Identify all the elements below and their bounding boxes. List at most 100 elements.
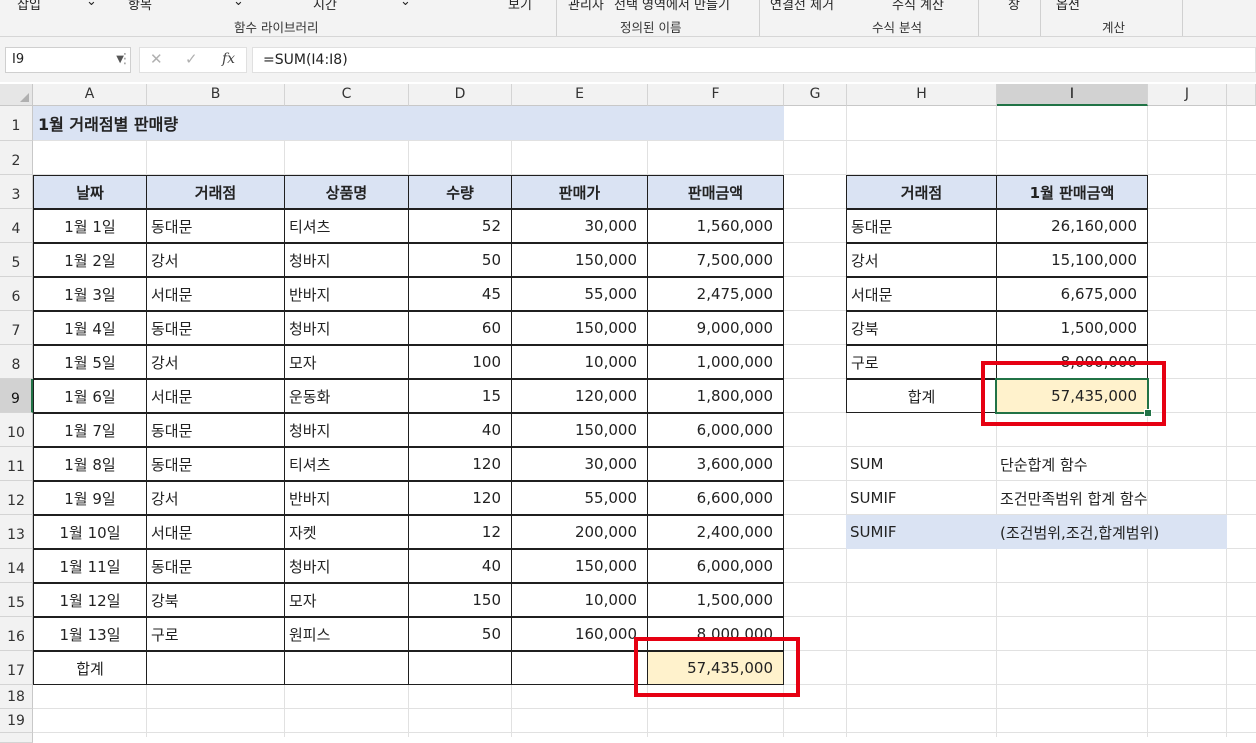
ribbon-insert-button[interactable]: 삽입 [17, 0, 41, 13]
row-header-3[interactable]: 3 [0, 175, 33, 209]
column-header-b[interactable]: B [147, 84, 285, 106]
quantity-cell[interactable]: 45 [408, 277, 512, 311]
ribbon-items-button[interactable]: 항목 [128, 0, 152, 13]
ribbon-dropdown-arrow[interactable]: ⌄ [233, 0, 244, 9]
row-header-14[interactable]: 14 [0, 549, 33, 583]
branch-cell[interactable]: 강서 [146, 345, 285, 379]
summary-branch-cell[interactable]: 강서 [846, 243, 997, 277]
fill-handle[interactable] [1144, 409, 1152, 417]
ribbon-time-button[interactable]: 시간 [313, 0, 337, 13]
total-sales-cell[interactable]: 57,435,000 [647, 651, 784, 685]
date-cell[interactable]: 1월 12일 [33, 583, 147, 617]
row-header-12[interactable]: 12 [0, 481, 33, 515]
branch-cell[interactable]: 동대문 [146, 413, 285, 447]
summary-amount-cell[interactable]: 15,100,000 [996, 243, 1148, 277]
product-cell[interactable]: 청바지 [284, 413, 409, 447]
sales-amount-cell[interactable]: 3,600,000 [647, 447, 784, 481]
branch-cell[interactable]: 강서 [146, 481, 285, 515]
date-cell[interactable]: 1월 1일 [33, 209, 147, 243]
product-cell[interactable]: 청바지 [284, 549, 409, 583]
insert-function-icon[interactable]: fx [222, 51, 235, 67]
confirm-icon[interactable]: ✓ [185, 50, 198, 68]
date-cell[interactable]: 1월 10일 [33, 515, 147, 549]
row-header-8[interactable]: 8 [0, 345, 33, 379]
branch-cell[interactable]: 동대문 [146, 447, 285, 481]
product-cell[interactable]: 청바지 [284, 243, 409, 277]
note-description[interactable]: 조건만족범위 합계 함수 [996, 481, 1226, 515]
product-cell[interactable]: 반바지 [284, 277, 409, 311]
sales-amount-cell[interactable]: 8,000,000 [647, 617, 784, 651]
header-quantity[interactable]: 수량 [408, 175, 512, 209]
note-description[interactable]: 단순합계 함수 [996, 447, 1226, 481]
header-date[interactable]: 날짜 [33, 175, 147, 209]
name-box[interactable]: I9 ▼ [5, 47, 131, 73]
row-header-11[interactable]: 11 [0, 447, 33, 481]
sales-amount-cell[interactable]: 9,000,000 [647, 311, 784, 345]
row-header-20[interactable] [0, 733, 33, 743]
row-header-9[interactable]: 9 [0, 379, 33, 413]
unit-price-cell[interactable]: 160,000 [511, 617, 648, 651]
header-sales-amount[interactable]: 판매금액 [647, 175, 784, 209]
quantity-cell[interactable]: 100 [408, 345, 512, 379]
unit-price-cell[interactable]: 120,000 [511, 379, 648, 413]
sales-amount-cell[interactable]: 2,475,000 [647, 277, 784, 311]
row-header-15[interactable]: 15 [0, 583, 33, 617]
date-cell[interactable]: 1월 6일 [33, 379, 147, 413]
branch-cell[interactable]: 동대문 [146, 209, 285, 243]
sales-amount-cell[interactable]: 6,600,000 [647, 481, 784, 515]
unit-price-cell[interactable]: 55,000 [511, 481, 648, 515]
summary-amount-cell[interactable]: 26,160,000 [996, 209, 1148, 243]
summary-total-label[interactable]: 합계 [846, 379, 997, 413]
sheet-title[interactable]: 1월 거래점별 판매량 [33, 106, 784, 140]
quantity-cell[interactable]: 50 [408, 243, 512, 277]
branch-cell[interactable]: 강북 [146, 583, 285, 617]
column-header-g[interactable]: G [784, 84, 847, 106]
empty-cell[interactable] [284, 651, 409, 685]
branch-cell[interactable]: 서대문 [146, 515, 285, 549]
cancel-icon[interactable]: ✕ [150, 50, 163, 68]
date-cell[interactable]: 1월 13일 [33, 617, 147, 651]
ribbon-view-button[interactable]: 보기 [508, 0, 532, 13]
watch-window-button[interactable]: 창 [1008, 0, 1020, 13]
quantity-cell[interactable]: 40 [408, 549, 512, 583]
header-branch[interactable]: 거래점 [146, 175, 285, 209]
total-label-cell[interactable]: 합계 [33, 651, 147, 685]
summary-branch-cell[interactable]: 구로 [846, 345, 997, 379]
unit-price-cell[interactable]: 55,000 [511, 277, 648, 311]
date-cell[interactable]: 1월 11일 [33, 549, 147, 583]
branch-cell[interactable]: 서대문 [146, 277, 285, 311]
date-cell[interactable]: 1월 9일 [33, 481, 147, 515]
unit-price-cell[interactable]: 150,000 [511, 413, 648, 447]
name-manager-button[interactable]: 관리자 [568, 0, 604, 13]
product-cell[interactable]: 모자 [284, 345, 409, 379]
unit-price-cell[interactable]: 150,000 [511, 243, 648, 277]
sales-amount-cell[interactable]: 6,000,000 [647, 413, 784, 447]
date-cell[interactable]: 1월 3일 [33, 277, 147, 311]
sales-amount-cell[interactable]: 1,500,000 [647, 583, 784, 617]
unit-price-cell[interactable]: 10,000 [511, 583, 648, 617]
ribbon-dropdown-arrow[interactable]: ⌄ [86, 0, 97, 9]
header-product[interactable]: 상품명 [284, 175, 409, 209]
product-cell[interactable]: 운동화 [284, 379, 409, 413]
branch-cell[interactable]: 강서 [146, 243, 285, 277]
column-header-a[interactable]: A [33, 84, 147, 106]
summary-total-cell[interactable]: 57,435,000 [996, 379, 1148, 413]
summary-branch-cell[interactable]: 서대문 [846, 277, 997, 311]
empty-cell[interactable] [146, 651, 285, 685]
row-header-19[interactable]: 19 [0, 709, 33, 733]
sales-amount-cell[interactable]: 1,800,000 [647, 379, 784, 413]
column-header-f[interactable]: F [648, 84, 784, 106]
summary-amount-cell[interactable]: 1,500,000 [996, 311, 1148, 345]
date-cell[interactable]: 1월 8일 [33, 447, 147, 481]
empty-cell[interactable] [408, 651, 512, 685]
column-header-k[interactable] [1227, 84, 1256, 106]
unit-price-cell[interactable]: 10,000 [511, 345, 648, 379]
note-function-name[interactable]: SUMIF [846, 481, 997, 515]
row-header-7[interactable]: 7 [0, 311, 33, 345]
product-cell[interactable]: 모자 [284, 583, 409, 617]
column-header-h[interactable]: H [847, 84, 997, 106]
product-cell[interactable]: 티셔츠 [284, 447, 409, 481]
row-header-1[interactable]: 1 [0, 106, 33, 141]
summary-branch-cell[interactable]: 강북 [846, 311, 997, 345]
unit-price-cell[interactable]: 30,000 [511, 447, 648, 481]
